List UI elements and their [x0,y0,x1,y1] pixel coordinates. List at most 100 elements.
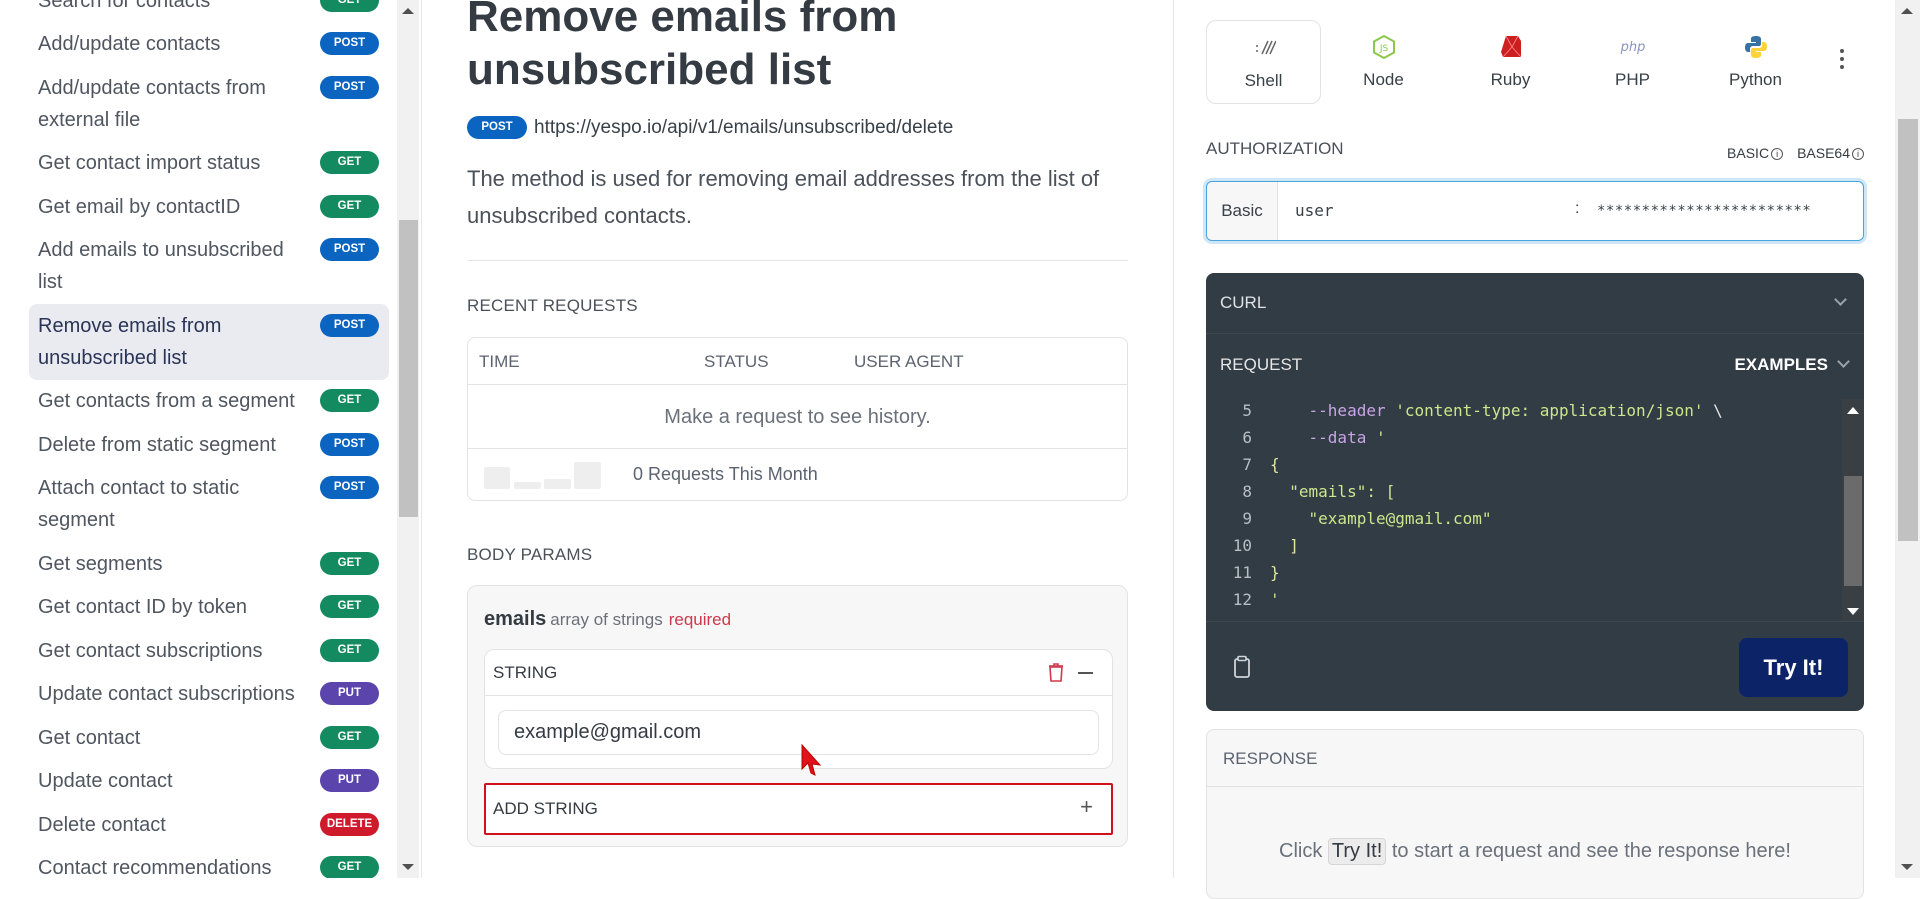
scroll-up-arrow-icon[interactable] [1901,8,1913,14]
more-languages-icon[interactable] [1840,49,1846,73]
code-token: "example@gmail.com" [1270,509,1492,528]
sidebar-item-label: Get contact ID by token [38,596,247,619]
examples-dropdown[interactable]: EXAMPLES [1734,355,1828,375]
language-tab-python[interactable]: Python [1698,20,1813,104]
language-tab-node[interactable]: JS Node [1326,20,1441,104]
code-scrollbar[interactable] [1842,399,1864,621]
try-it-button[interactable]: Try It! [1739,638,1848,697]
endpoint-list: Search for contacts GET Add/update contact… [29,0,389,878]
sidebar-scrollbar[interactable] [397,0,419,878]
param-type: array of strings [550,610,663,629]
sidebar-item[interactable]: Add emails to unsubscribed list POST [29,229,389,305]
sidebar-item-label: Delete contact [38,813,166,836]
sidebar-item[interactable]: Attach contact to static segment POST [29,467,389,543]
request-label: REQUEST [1220,355,1303,374]
line-number: 9 [1242,509,1252,528]
collapse-minus-icon[interactable] [1078,672,1093,674]
empty-history-message: Make a request to see history. [468,385,1127,449]
sidebar-item[interactable]: Get contact ID by token GET [29,586,389,630]
scroll-up-arrow-icon[interactable] [402,8,414,14]
sidebar-item[interactable]: Update contact PUT [29,760,389,804]
sidebar-item[interactable]: Contact recommendations GET [29,847,389,878]
auth-username-input[interactable]: user [1295,201,1334,220]
auth-scheme: Basic [1207,182,1278,240]
page-scroll-thumb[interactable] [1898,119,1918,541]
table-header: TIME STATUS USER AGENT [468,338,1127,385]
language-label: PHP [1615,70,1650,89]
recent-requests-heading: RECENT REQUESTS [467,296,638,315]
sidebar-item[interactable]: Get contact import status GET [29,142,389,186]
add-string-button[interactable]: ADD STRING + [484,783,1113,835]
auth-password-input[interactable]: ************************ [1597,203,1811,219]
line-number: 11 [1232,563,1252,582]
string-item-label: STRING [493,663,558,682]
page-scrollbar[interactable] [1895,0,1920,878]
param-emails: emails array of strings required [484,608,731,631]
code-scroll-thumb[interactable] [1844,476,1862,586]
sidebar-item[interactable]: Get contacts from a segment GET [29,380,389,424]
line-number: 5 [1242,401,1252,420]
trash-icon[interactable] [1048,662,1064,682]
email-value-input[interactable] [498,710,1099,755]
authorization-heading: AUTHORIZATION [1206,139,1344,158]
method-badge: GET [320,856,379,878]
requests-count: 0 Requests This Month [633,464,818,484]
sidebar-item[interactable]: Search for contacts GET [29,0,389,23]
language-label: Shell [1244,71,1283,90]
sidebar-item[interactable]: Get contact GET [29,716,389,760]
sidebar-nav: Search for contacts GET Add/update contact… [0,0,422,878]
info-icon[interactable]: i [1852,148,1864,160]
code-block: 5 --header 'content-type: application/js… [1206,399,1864,621]
string-item-header: STRING [485,650,1112,696]
chevron-down-icon [1834,293,1847,306]
scroll-up-arrow-icon[interactable] [1847,407,1859,414]
code-token: 'content-type: application/json' [1395,401,1704,420]
method-badge: POST [320,432,379,456]
curl-dropdown[interactable]: CURL [1206,273,1864,334]
python-icon [1698,34,1813,60]
line-number: 6 [1242,428,1252,447]
sidebar-item[interactable]: Delete contact DELETE [29,803,389,847]
sidebar-item[interactable]: Remove emails from unsubscribed list POST [29,304,389,380]
line-number: 8 [1242,482,1252,501]
auth-base64-option[interactable]: BASE64 i [1797,145,1864,161]
endpoint-description: The method is used for removing email ad… [467,166,1100,228]
method-badge: GET [320,194,379,218]
line-number: 10 [1232,536,1252,555]
code-line: 6 --data ' [1206,424,1385,451]
clipboard-copy-icon[interactable] [1233,655,1251,679]
code-line: 7{ [1206,451,1279,478]
code-line: 10 ] [1206,532,1299,559]
sidebar-item[interactable]: Add/update contacts POST [29,23,389,67]
sidebar-item[interactable]: Update contact subscriptions PUT [29,673,389,717]
page-title: Remove emails from unsubscribed list [467,0,898,94]
sidebar-item[interactable]: Get contact subscriptions GET [29,629,389,673]
language-tab-php[interactable]: php PHP [1575,20,1690,104]
add-string-label: ADD STRING [493,799,598,818]
code-line: 11} [1206,559,1280,586]
sidebar-scroll-thumb[interactable] [399,220,418,517]
response-placeholder: Click Try It! to start a request and see… [1207,838,1863,865]
sidebar-item-label: Attach contact to static segment [38,477,240,532]
scroll-down-arrow-icon[interactable] [1901,864,1913,870]
scroll-down-arrow-icon[interactable] [402,864,414,870]
sidebar-item[interactable]: Get email by contactID GET [29,185,389,229]
sidebar-item[interactable]: Add/update contacts from external file PO… [29,66,389,142]
column-divider [1173,0,1174,878]
method-badge: GET [320,151,379,175]
response-msg-post: to start a request and see the response … [1391,840,1791,862]
php-icon: php [1575,34,1690,60]
language-tab-shell[interactable]: Shell [1206,20,1321,104]
try-it-inline-label: Try It! [1327,838,1387,865]
language-label: Python [1729,70,1782,89]
code-line: 12 ' [1206,586,1280,613]
language-tab-ruby[interactable]: Ruby [1453,20,1568,104]
scroll-down-arrow-icon[interactable] [1847,608,1859,615]
sidebar-item[interactable]: Delete from static segment POST [29,423,389,467]
auth-basic-option[interactable]: BASIC i [1727,145,1784,161]
sidebar-item[interactable]: Get segments GET [29,542,389,586]
code-line: 8 "emails": [ [1206,478,1395,505]
chevron-down-icon [1837,355,1850,368]
sidebar-item-label: Get segments [38,552,163,575]
info-icon[interactable]: i [1771,148,1784,160]
